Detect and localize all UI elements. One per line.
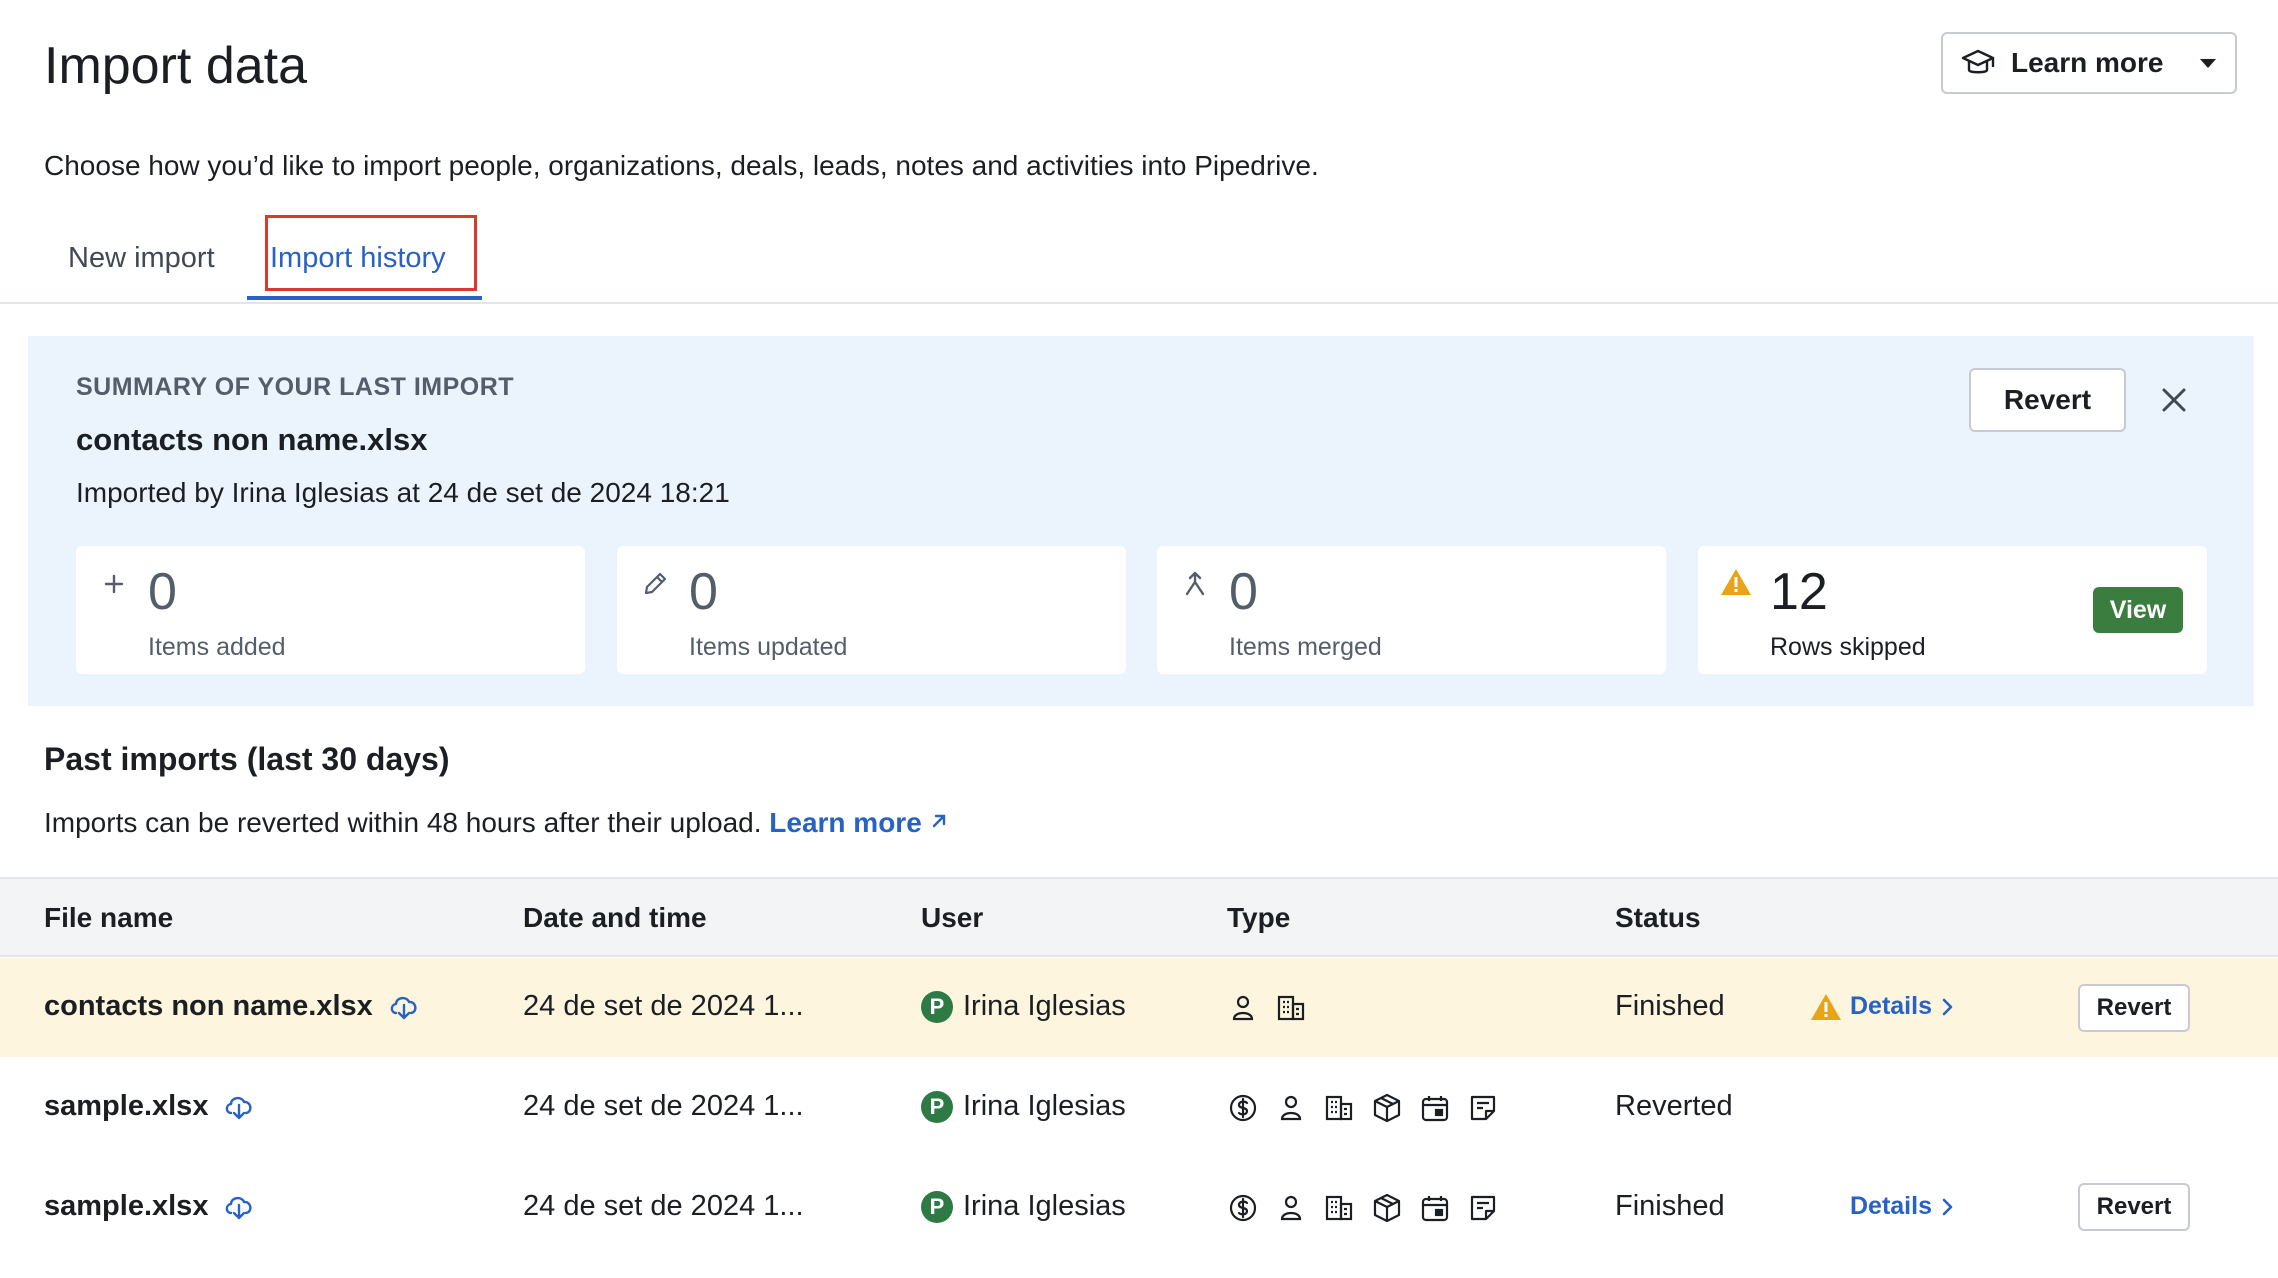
deal-icon [1227,1192,1259,1224]
row-date: 24 de set de 2024 1... [523,990,804,1022]
details-link[interactable]: Details [1850,1192,1954,1221]
plus-icon [100,570,128,598]
row-revert-button[interactable]: Revert [2078,984,2190,1032]
items-merged-card: 0 Items merged [1157,546,1666,674]
items-added-card: 0 Items added [76,546,585,674]
organization-icon [1323,1092,1355,1124]
avatar: P [921,1190,953,1223]
col-type: Type [1227,902,1291,933]
row-user-name: Irina Iglesias [963,1090,1126,1122]
note-icon [1467,1092,1499,1124]
warning-icon [1720,568,1751,596]
items-updated-value: 0 [689,563,718,621]
row-file-name: sample.xlsx [44,1190,209,1222]
row-user: P Irina Iglesias [921,1190,1126,1223]
row-file-name: contacts non name.xlsx [44,990,373,1022]
person-icon [1227,992,1259,1024]
col-file-name: File name [44,902,174,933]
person-icon [1275,1192,1307,1224]
caret-down-icon [2199,57,2217,69]
avatar: P [921,990,953,1023]
details-label: Details [1850,1192,1932,1220]
tab-import-history[interactable]: Import history [270,242,446,275]
active-tab-indicator [247,296,482,300]
deal-icon [1227,1092,1259,1124]
download-icon[interactable] [387,993,421,1021]
rows-skipped-label: Rows skipped [1770,633,1926,661]
page-title: Import data [44,37,308,95]
summary-file-name: contacts non name.xlsx [76,422,428,457]
avatar: P [921,1090,953,1123]
note-icon [1467,1192,1499,1224]
items-merged-label: Items merged [1229,633,1382,661]
tabs-divider [0,302,2278,304]
row-file: sample.xlsx [44,1090,256,1123]
rows-skipped-value: 12 [1770,563,1828,621]
items-added-value: 0 [148,563,177,621]
table-header [0,877,2278,957]
chevron-right-icon [1940,997,1954,1017]
graduation-cap-icon [1961,48,1995,78]
pencil-icon [641,570,669,598]
row-status: Finished [1615,990,1725,1022]
close-icon [2161,387,2187,413]
download-icon[interactable] [222,1193,256,1221]
row-file: contacts non name.xlsx [44,990,421,1023]
product-icon [1371,1092,1403,1124]
row-user-name: Irina Iglesias [963,990,1126,1022]
chevron-right-icon [1940,1197,1954,1217]
product-icon [1371,1192,1403,1224]
col-user: User [921,902,984,933]
row-user: P Irina Iglesias [921,990,1126,1023]
table-row [0,1057,2278,1156]
person-icon [1275,1092,1307,1124]
rows-skipped-card: 12 Rows skipped View [1698,546,2207,674]
summary-heading: SUMMARY OF YOUR LAST IMPORT [76,373,515,401]
col-date-time: Date and time [523,902,707,933]
items-updated-card: 0 Items updated [617,546,1126,674]
row-file-name: sample.xlsx [44,1090,209,1122]
organization-icon [1275,992,1307,1024]
row-status: Finished [1615,1190,1725,1222]
revert-note: Imports can be reverted within 48 hours … [44,807,948,839]
col-status: Status [1615,902,1701,933]
row-user: P Irina Iglesias [921,1090,1126,1123]
merge-icon [1181,570,1209,598]
page-subtitle: Choose how you’d like to import people, … [44,150,1319,181]
row-user-name: Irina Iglesias [963,1190,1126,1222]
past-imports-title: Past imports (last 30 days) [44,741,450,777]
items-merged-value: 0 [1229,563,1258,621]
revert-note-text: Imports can be reverted within 48 hours … [44,807,762,838]
items-updated-label: Items updated [689,633,848,661]
activity-icon [1419,1192,1451,1224]
row-date: 24 de set de 2024 1... [523,1190,804,1222]
close-summary-button[interactable] [2154,380,2194,420]
summary-revert-button[interactable]: Revert [1969,368,2126,432]
learn-more-button[interactable]: Learn more [1941,32,2237,94]
row-date: 24 de set de 2024 1... [523,1090,804,1122]
items-added-label: Items added [148,633,286,661]
organization-icon [1323,1192,1355,1224]
learn-more-link[interactable]: Learn more [769,807,947,838]
view-skipped-rows-button[interactable]: View [2093,587,2183,633]
row-types [1227,1092,1499,1124]
row-types [1227,992,1307,1024]
download-icon[interactable] [222,1093,256,1121]
details-label: Details [1850,992,1932,1020]
tab-new-import[interactable]: New import [68,242,215,275]
row-file: sample.xlsx [44,1190,256,1223]
row-status: Reverted [1615,1090,1733,1122]
warning-icon [1810,993,1842,1021]
details-link[interactable]: Details [1810,992,1954,1021]
row-revert-button[interactable]: Revert [2078,1183,2190,1231]
summary-imported-by: Imported by Irina Iglesias at 24 de set … [76,477,730,508]
external-link-icon [932,814,945,828]
activity-icon [1419,1092,1451,1124]
learn-more-label: Learn more [2011,47,2164,78]
row-types [1227,1192,1499,1224]
